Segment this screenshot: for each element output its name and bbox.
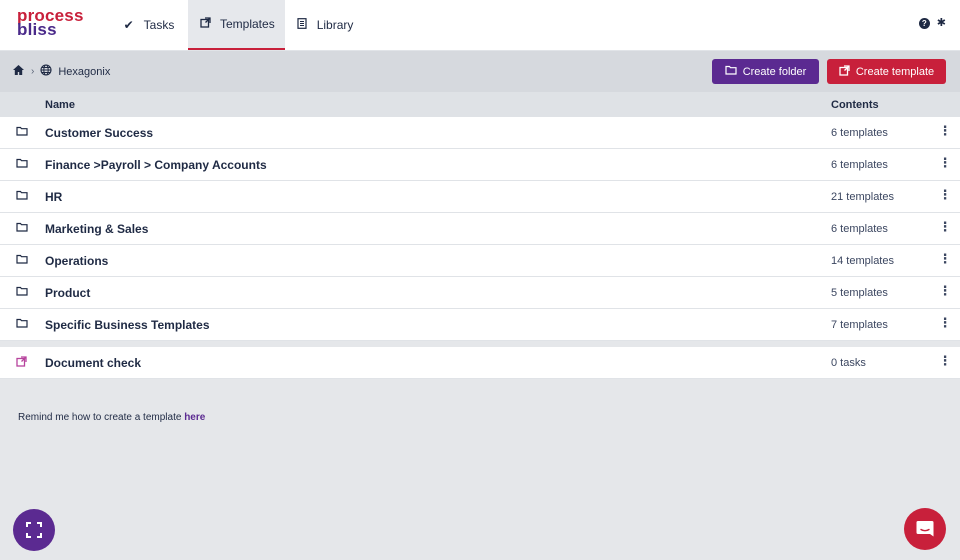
folder-row[interactable]: Product 5 templates ⋮ bbox=[0, 277, 960, 309]
create-folder-label: Create folder bbox=[742, 65, 807, 78]
tab-tasks-label: Tasks bbox=[143, 18, 175, 32]
folder-name[interactable]: Finance >Payroll > Company Accounts bbox=[45, 158, 267, 172]
folder-contents: 5 templates bbox=[831, 287, 888, 299]
more-options-icon[interactable]: ⋮ bbox=[938, 124, 952, 138]
chat-icon bbox=[916, 521, 934, 537]
more-options-icon[interactable]: ⋮ bbox=[938, 252, 952, 266]
breadcrumb-bar: › Hexagonix Create folder Create templat… bbox=[0, 51, 960, 92]
folder-contents: 6 templates bbox=[831, 223, 888, 235]
folder-icon bbox=[725, 65, 737, 78]
template-icon bbox=[839, 64, 850, 79]
remind-link[interactable]: here bbox=[184, 412, 205, 423]
column-header-contents[interactable]: Contents bbox=[831, 99, 879, 111]
home-icon[interactable] bbox=[12, 64, 25, 79]
folder-icon bbox=[16, 190, 28, 200]
chevron-right-icon: › bbox=[31, 66, 35, 77]
logo-line2: bliss bbox=[17, 20, 57, 39]
breadcrumb: › Hexagonix bbox=[0, 64, 110, 79]
more-options-icon[interactable]: ⋮ bbox=[938, 220, 952, 234]
template-row[interactable]: Document check 0 tasks ⋮ bbox=[0, 347, 960, 379]
folder-name[interactable]: Marketing & Sales bbox=[45, 222, 148, 236]
more-options-icon[interactable]: ⋮ bbox=[938, 156, 952, 170]
breadcrumb-workspace[interactable]: Hexagonix bbox=[58, 66, 110, 78]
folder-row[interactable]: Marketing & Sales 6 templates ⋮ bbox=[0, 213, 960, 245]
create-template-button[interactable]: Create template bbox=[827, 59, 946, 84]
more-options-icon[interactable]: ⋮ bbox=[938, 284, 952, 298]
folder-row[interactable]: HR 21 templates ⋮ bbox=[0, 181, 960, 213]
folder-name[interactable]: Operations bbox=[45, 254, 108, 268]
create-folder-button[interactable]: Create folder bbox=[712, 59, 819, 84]
folder-name[interactable]: Specific Business Templates bbox=[45, 318, 210, 332]
folder-contents: 14 templates bbox=[831, 255, 894, 267]
chat-button[interactable] bbox=[904, 508, 946, 550]
globe-icon bbox=[40, 64, 52, 79]
more-options-icon[interactable]: ⋮ bbox=[938, 188, 952, 202]
top-nav: process bliss ✔ Tasks Templates Library … bbox=[0, 0, 960, 51]
folder-row[interactable]: Specific Business Templates 7 templates … bbox=[0, 309, 960, 341]
expand-button[interactable] bbox=[13, 509, 55, 551]
folder-contents: 7 templates bbox=[831, 319, 888, 331]
remind-text-label: Remind me how to create a template bbox=[18, 412, 185, 423]
folder-row[interactable]: Customer Success 6 templates ⋮ bbox=[0, 117, 960, 149]
template-name[interactable]: Document check bbox=[45, 356, 141, 370]
tab-templates[interactable]: Templates bbox=[188, 0, 285, 50]
check-icon: ✔ bbox=[123, 18, 134, 32]
folder-icon bbox=[16, 222, 28, 232]
folder-icon bbox=[16, 318, 28, 328]
folder-contents: 21 templates bbox=[831, 191, 894, 203]
template-icon bbox=[16, 356, 27, 370]
folder-row[interactable]: Finance >Payroll > Company Accounts 6 te… bbox=[0, 149, 960, 181]
folder-row[interactable]: Operations 14 templates ⋮ bbox=[0, 245, 960, 277]
tab-tasks[interactable]: ✔ Tasks bbox=[108, 0, 188, 50]
table-body: Customer Success 6 templates ⋮ Finance >… bbox=[0, 117, 960, 379]
folder-icon bbox=[16, 286, 28, 296]
folder-icon bbox=[16, 254, 28, 264]
table-header: Name Contents bbox=[0, 92, 960, 117]
tab-library[interactable]: Library bbox=[285, 0, 364, 50]
help-icon[interactable]: ? bbox=[918, 18, 930, 29]
remind-text: Remind me how to create a template here bbox=[18, 412, 205, 423]
folder-name[interactable]: HR bbox=[45, 190, 62, 204]
logo[interactable]: process bliss bbox=[0, 0, 100, 50]
folder-icon bbox=[16, 158, 28, 168]
more-options-icon[interactable]: ⋮ bbox=[938, 354, 952, 368]
top-right-controls: ? ✱ bbox=[918, 18, 946, 29]
library-icon bbox=[295, 18, 309, 32]
tab-library-label: Library bbox=[316, 18, 354, 32]
folder-contents: 6 templates bbox=[831, 159, 888, 171]
create-template-label: Create template bbox=[855, 65, 935, 78]
folder-name[interactable]: Customer Success bbox=[45, 126, 153, 140]
gear-icon[interactable]: ✱ bbox=[937, 18, 946, 29]
more-options-icon[interactable]: ⋮ bbox=[938, 316, 952, 330]
template-contents: 0 tasks bbox=[831, 357, 866, 369]
expand-icon bbox=[26, 522, 42, 538]
folder-name[interactable]: Product bbox=[45, 286, 90, 300]
folder-contents: 6 templates bbox=[831, 127, 888, 139]
folder-icon bbox=[16, 126, 28, 136]
template-icon bbox=[198, 17, 212, 31]
column-header-name[interactable]: Name bbox=[45, 99, 75, 111]
tab-templates-label: Templates bbox=[220, 17, 275, 31]
